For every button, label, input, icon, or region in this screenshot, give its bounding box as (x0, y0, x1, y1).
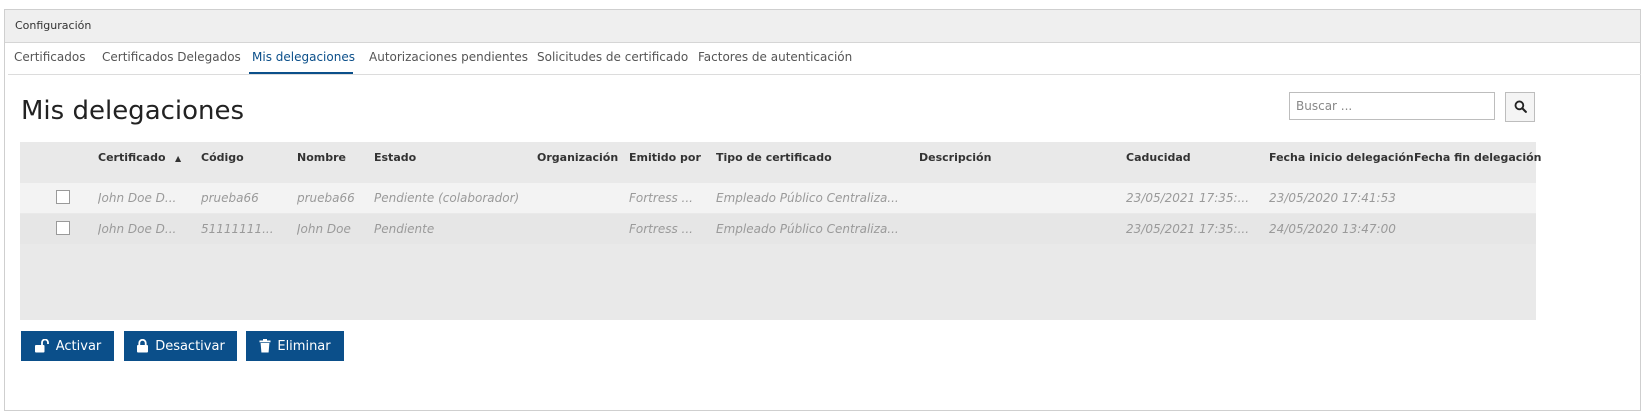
deactivate-button-label: Desactivar (155, 338, 225, 354)
tab-autorizaciones-pendientes[interactable]: Autorizaciones pendientes (369, 50, 528, 74)
cell-codigo: 51111111... (201, 222, 274, 236)
cell-tipo-de-certificado: Empleado Público Centraliza... (716, 222, 899, 236)
cell-organizacion (537, 214, 625, 244)
panel-title: Configuración (5, 10, 1640, 43)
cell-estado: Pendiente (colaborador) (374, 191, 520, 205)
page-title: Mis delegaciones (21, 96, 245, 126)
cell-fecha-fin-delegacion (1414, 183, 1534, 213)
table-header: Certificado ▲ Código Nombre Estado Organ… (20, 142, 1542, 174)
search-input[interactable] (1289, 92, 1495, 120)
search-button[interactable] (1505, 92, 1535, 122)
activate-button-label: Activar (55, 338, 102, 354)
table-row[interactable]: John Doe D... 51111111... John Doe Pendi… (20, 214, 1536, 244)
delete-button-label: Eliminar (277, 338, 331, 354)
delegations-table: Certificado ▲ Código Nombre Estado Organ… (20, 142, 1542, 320)
column-header-organizacion[interactable]: Organización (537, 142, 618, 174)
cell-certificado: John Doe D... (98, 222, 177, 236)
column-header-tipo-de-certificado[interactable]: Tipo de certificado (716, 142, 832, 174)
cell-tipo-de-certificado: Empleado Público Centraliza... (716, 191, 899, 205)
cell-descripcion (919, 214, 1119, 244)
deactivate-button[interactable]: Desactivar (124, 331, 237, 361)
tab-solicitudes-de-certificado[interactable]: Solicitudes de certificado (537, 50, 688, 74)
cell-emitido-por: Fortress ... (629, 222, 693, 236)
column-header-nombre[interactable]: Nombre (297, 142, 346, 174)
cell-descripcion (919, 183, 1119, 213)
sort-ascending-icon[interactable]: ▲ (175, 154, 181, 163)
row-checkbox[interactable] (56, 190, 70, 204)
column-header-descripcion[interactable]: Descripción (919, 142, 991, 174)
cell-caducidad: 23/05/2021 17:35:... (1126, 222, 1250, 236)
cell-codigo: prueba66 (201, 191, 259, 205)
tab-mis-delegaciones[interactable]: Mis delegaciones (249, 50, 355, 74)
cell-fecha-inicio-delegacion: 23/05/2020 17:41:53 (1269, 191, 1396, 205)
tab-bar: Certificados Certificados Delegados Mis … (8, 46, 1641, 75)
column-header-certificado[interactable]: Certificado (98, 142, 166, 174)
cell-organizacion (537, 183, 625, 213)
tab-certificados-delegados[interactable]: Certificados Delegados (102, 50, 241, 74)
activate-button[interactable]: Activar (21, 331, 114, 361)
unlock-icon (34, 339, 50, 353)
cell-nombre: prueba66 (297, 191, 355, 205)
column-header-emitido-por[interactable]: Emitido por (629, 142, 701, 174)
delete-button[interactable]: Eliminar (246, 331, 344, 361)
tab-factores-de-autenticacion[interactable]: Factores de autenticación (698, 50, 852, 74)
cell-estado: Pendiente (374, 222, 435, 236)
column-header-fecha-fin-delegacion[interactable]: Fecha fin delegación (1414, 142, 1542, 174)
trash-icon (259, 339, 271, 353)
cell-fecha-inicio-delegacion: 24/05/2020 13:47:00 (1269, 222, 1396, 236)
lock-icon (136, 339, 149, 353)
cell-caducidad: 23/05/2021 17:35:... (1126, 191, 1250, 205)
column-header-caducidad[interactable]: Caducidad (1126, 142, 1191, 174)
tab-certificados[interactable]: Certificados (14, 50, 85, 74)
cell-certificado: John Doe D... (98, 191, 177, 205)
column-header-codigo[interactable]: Código (201, 142, 244, 174)
column-header-estado[interactable]: Estado (374, 142, 416, 174)
cell-nombre: John Doe (297, 222, 351, 236)
table-row[interactable]: John Doe D... prueba66 prueba66 Pendient… (20, 183, 1536, 213)
cell-fecha-fin-delegacion (1414, 214, 1534, 244)
row-checkbox[interactable] (56, 221, 70, 235)
column-header-fecha-inicio-delegacion[interactable]: Fecha inicio delegación (1269, 142, 1414, 174)
search-icon (1514, 98, 1527, 117)
cell-emitido-por: Fortress ... (629, 191, 693, 205)
